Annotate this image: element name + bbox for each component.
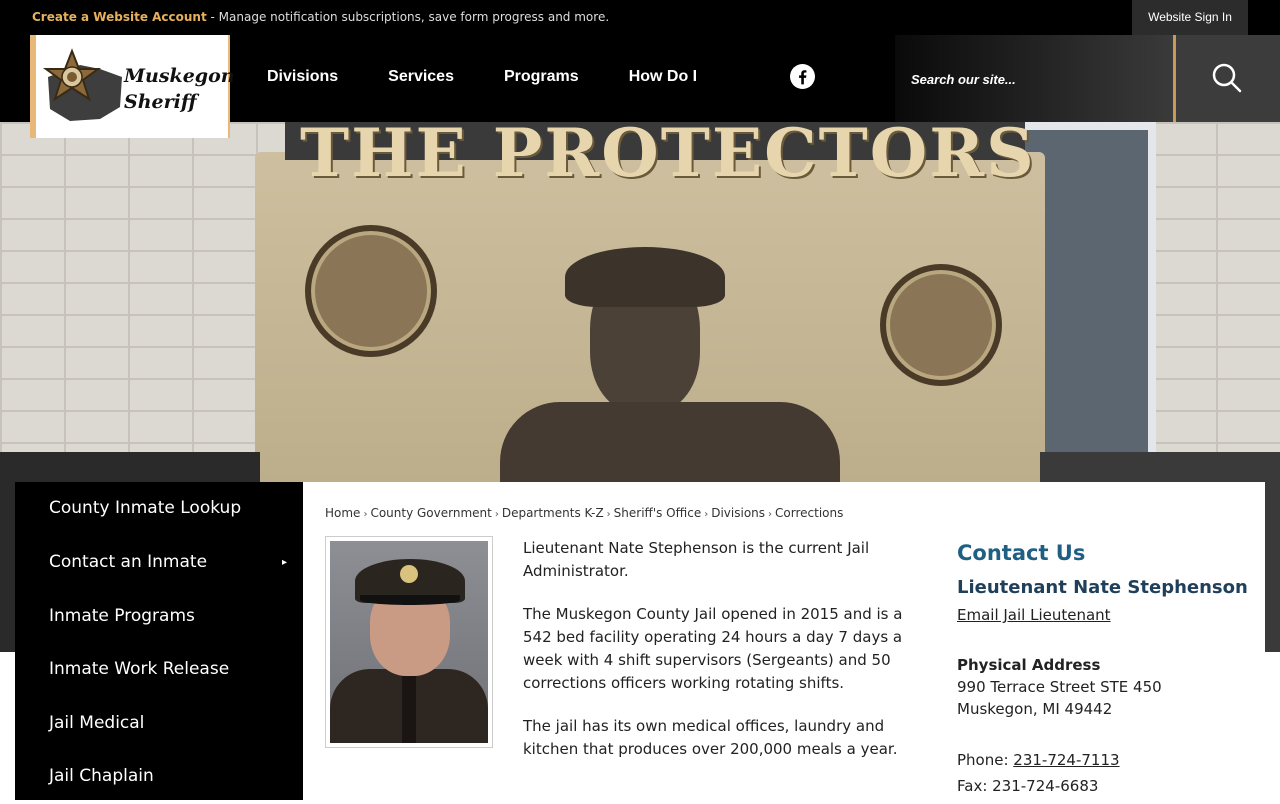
paragraph-administrator: Lieutenant Nate Stephenson is the curren… — [523, 539, 870, 580]
sheriff-star-badge-icon — [42, 48, 122, 121]
breadcrumb-home[interactable]: Home — [325, 506, 360, 520]
top-notification-bar: Create a Website Account - Manage notifi… — [0, 0, 1280, 35]
submenu-arrow-icon[interactable]: ▸ — [282, 536, 287, 590]
nav-services[interactable]: Services — [363, 35, 479, 122]
facebook-icon[interactable] — [790, 64, 815, 89]
main-navigation: Divisions Services Programs How Do I — [242, 35, 722, 122]
sidebar-item-label: Inmate Programs — [49, 605, 195, 626]
breadcrumb-divisions[interactable]: Divisions — [711, 506, 765, 520]
sidebar-item-label: County Inmate Lookup — [49, 498, 242, 518]
phone-link[interactable]: 231-724-7113 — [1013, 751, 1119, 769]
sidebar-item-jail-medical[interactable]: Jail Medical — [15, 697, 303, 751]
phone-label: Phone: — [957, 751, 1014, 769]
breadcrumb-separator: › — [704, 509, 709, 520]
breadcrumb-departments-k-z[interactable]: Departments K-Z — [502, 506, 604, 520]
logo-line-2: Sheriff — [124, 91, 197, 113]
create-account-link[interactable]: Create a Website Account — [32, 10, 207, 24]
sidebar-item-inmate-work-release[interactable]: Inmate Work Release — [15, 643, 303, 697]
nav-how-do-i[interactable]: How Do I — [604, 35, 722, 122]
portrait-hat-visor — [360, 595, 460, 605]
state-of-michigan-seal — [305, 225, 437, 357]
paragraph-jail-facility: The Muskegon County Jail opened in 2015 … — [523, 605, 903, 692]
physical-address-label: Physical Address — [957, 656, 1101, 674]
search-input[interactable] — [909, 66, 1163, 92]
nav-programs[interactable]: Programs — [479, 35, 604, 122]
address-line-2: Muskegon, MI 49442 — [957, 700, 1113, 718]
logo-wordmark: Muskegon Sheriff — [124, 63, 235, 115]
corrections-description: Lieutenant Nate Stephenson is the curren… — [523, 537, 933, 781]
sheriff-star-seal — [880, 264, 1002, 386]
contact-name: Lieutenant Nate Stephenson — [957, 577, 1248, 598]
search-button[interactable] — [1173, 35, 1280, 122]
statue-cap — [565, 247, 725, 307]
website-sign-in-button[interactable]: Website Sign In — [1132, 0, 1248, 35]
breadcrumb-separator: › — [606, 509, 611, 520]
hat-badge-icon — [400, 565, 418, 583]
email-jail-lieutenant-link[interactable]: Email Jail Lieutenant — [957, 606, 1257, 624]
nav-divisions[interactable]: Divisions — [242, 35, 363, 122]
breadcrumb-separator: › — [494, 509, 499, 520]
breadcrumb-county-government[interactable]: County Government — [370, 506, 491, 520]
contact-us-panel: Contact Us Lieutenant Nate Stephenson Em… — [957, 538, 1257, 799]
search-box — [895, 35, 1173, 122]
sidebar-item-county-inmate-lookup[interactable]: County Inmate Lookup — [15, 482, 303, 536]
address-line-1: 990 Terrace Street STE 450 — [957, 678, 1162, 696]
breadcrumb-separator: › — [363, 509, 368, 520]
sidebar-item-jail-chaplain[interactable]: Jail Chaplain — [15, 750, 303, 804]
logo-line-1: Muskegon — [124, 65, 235, 87]
paragraph-jail-services: The jail has its own medical offices, la… — [523, 717, 898, 758]
breadcrumb-separator: › — [768, 509, 773, 520]
sidebar-item-label: Jail Chaplain — [49, 766, 154, 786]
account-notice: Create a Website Account - Manage notifi… — [32, 10, 609, 24]
sidebar-item-contact-an-inmate[interactable]: Contact an Inmate ▸ — [15, 536, 303, 590]
breadcrumb-sheriffs-office[interactable]: Sheriff's Office — [614, 506, 702, 520]
contact-heading: Contact Us — [957, 541, 1086, 565]
phone-row: Phone: 231-724-7113 — [957, 748, 1257, 773]
portrait-tie — [402, 676, 416, 743]
sidebar-item-inmate-programs[interactable]: Inmate Programs — [15, 590, 303, 644]
fax-number: Fax: 231-724-6683 — [957, 777, 1099, 795]
muskegon-sheriff-logo[interactable]: Muskegon Sheriff — [30, 35, 235, 138]
main-content: Home › County Government › Departments K-Z › S… — [303, 482, 1265, 800]
notice-text: - Manage notification subscriptions, sav… — [206, 10, 610, 24]
breadcrumb: Home › County Government › Departments K-Z › S… — [325, 506, 843, 520]
site-header: Muskegon Sheriff Divisions Services Prog… — [0, 35, 1280, 138]
portrait-image — [330, 541, 488, 743]
sidebar-item-label: Inmate Work Release — [49, 659, 230, 679]
sidebar-item-label: Jail Medical — [49, 712, 145, 733]
search-icon — [1212, 63, 1242, 93]
breadcrumb-corrections[interactable]: Corrections — [775, 506, 843, 520]
monument-inscription: THE PROTECTORS — [300, 122, 1036, 192]
lieutenant-photo — [325, 536, 493, 748]
sidebar-menu: County Inmate Lookup Contact an Inmate ▸… — [15, 482, 303, 800]
sidebar-item-label: Contact an Inmate — [49, 552, 208, 572]
